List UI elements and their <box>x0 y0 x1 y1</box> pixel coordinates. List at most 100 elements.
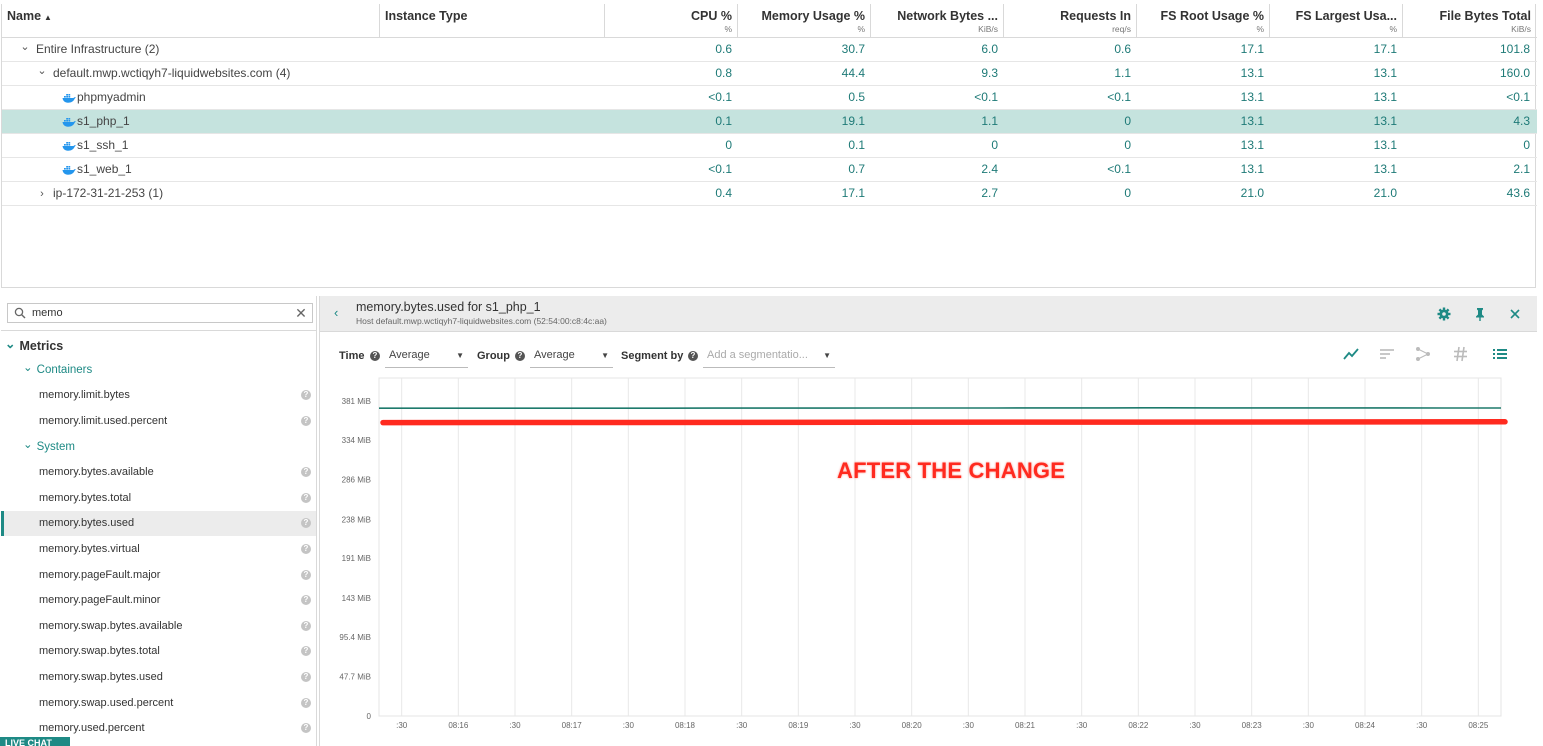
metric-item[interactable]: memory.pageFault.major? <box>1 563 316 588</box>
column-header-label: Network Bytes ... <box>897 9 998 23</box>
table-view-icon[interactable] <box>1491 346 1509 362</box>
topology-icon[interactable] <box>1414 346 1432 362</box>
bar-list-icon[interactable] <box>1378 346 1396 362</box>
chevron-down-icon[interactable]: ⌄ <box>18 38 32 59</box>
table-row[interactable]: phpmyadmin <0.1 0.5 <0.1 <0.1 13.1 13.1 <0.1 <box>2 86 1537 110</box>
metric-item[interactable]: memory.bytes.total? <box>1 486 316 511</box>
column-unit: % <box>857 24 865 34</box>
column-header[interactable]: Instance Type <box>380 4 605 38</box>
help-icon[interactable]: ? <box>301 620 311 631</box>
x-tick-label: :30 <box>963 721 975 730</box>
metric-item[interactable]: memory.swap.bytes.available? <box>1 614 316 639</box>
x-tick-label: 08:19 <box>788 721 809 730</box>
metric-item[interactable]: memory.pageFault.minor? <box>1 588 316 613</box>
metric-item[interactable]: memory.limit.bytes? <box>1 383 316 408</box>
help-icon[interactable]: ? <box>515 351 525 361</box>
pin-icon[interactable] <box>1472 306 1488 322</box>
metric-item[interactable]: memory.bytes.available? <box>1 460 316 485</box>
metric-group[interactable]: ⌄ System <box>23 439 75 453</box>
chevron-down-icon[interactable]: ⌄ <box>35 62 49 83</box>
table-row[interactable]: ⌄ default.mwp.wctiqyh7-liquidwebsites.com… <box>2 62 1537 86</box>
column-header[interactable]: Memory Usage %% <box>738 4 871 38</box>
help-icon[interactable]: ? <box>301 467 311 478</box>
help-icon[interactable]: ? <box>301 544 311 554</box>
table-row[interactable]: › ip-172-31-21-253 (1) 0.4 17.1 2.7 0 21.0 21.0… <box>2 182 1537 206</box>
help-icon[interactable]: ? <box>301 595 311 606</box>
help-icon[interactable]: ? <box>688 351 698 361</box>
close-icon[interactable] <box>1507 306 1523 322</box>
column-header[interactable]: FS Largest Usa...% <box>1270 4 1403 38</box>
help-icon[interactable]: ? <box>301 569 311 580</box>
column-unit: % <box>1389 24 1397 34</box>
number-icon[interactable] <box>1452 346 1470 362</box>
metric-item[interactable]: memory.bytes.used? <box>1 511 316 537</box>
metric-group[interactable]: ⌄ Containers <box>23 362 92 376</box>
table-row[interactable]: s1_ssh_1 0 0.1 0 0 13.1 13.1 0 <box>2 134 1537 158</box>
metric-item[interactable]: memory.swap.bytes.used? <box>1 665 316 690</box>
column-unit: req/s <box>1112 24 1131 34</box>
metric-value-cell: 13.1 <box>1373 90 1397 104</box>
metric-value-cell: 13.1 <box>1240 66 1264 80</box>
line-chart-icon[interactable] <box>1342 346 1360 362</box>
chevron-down-icon: ▼ <box>456 351 464 360</box>
column-header-label: Memory Usage % <box>761 9 865 23</box>
metric-item-label: memory.limit.used.percent <box>39 414 168 427</box>
metric-item[interactable]: memory.swap.bytes.total? <box>1 639 316 664</box>
metric-value-cell: 13.1 <box>1373 114 1397 128</box>
gear-icon[interactable] <box>1436 306 1452 322</box>
row-name: s1_php_1 <box>77 114 130 128</box>
x-tick-label: 08:18 <box>675 721 696 730</box>
metric-value-cell: 1.1 <box>981 114 998 128</box>
live-chat-button[interactable]: LIVE CHAT <box>0 737 70 746</box>
metric-search-input[interactable] <box>32 305 282 321</box>
metric-value-cell: 2.4 <box>981 162 998 176</box>
table-row[interactable]: s1_web_1 <0.1 0.7 2.4 <0.1 13.1 13.1 2.1 <box>2 158 1537 182</box>
metric-value-cell: 0 <box>1124 114 1131 128</box>
group-aggregation-select[interactable]: Average ▼ <box>530 343 613 368</box>
metric-item[interactable]: memory.limit.used.percent? <box>1 409 316 434</box>
metric-value-cell: 0.6 <box>715 42 732 56</box>
column-header[interactable]: Requests In req/s <box>1004 4 1137 38</box>
column-header-label: Name <box>7 9 42 23</box>
metric-item[interactable]: memory.bytes.virtual? <box>1 537 316 562</box>
metric-item-label: memory.swap.used.percent <box>39 696 174 709</box>
time-aggregation-select[interactable]: Average ▼ <box>385 343 468 368</box>
table-row[interactable]: s1_php_1 0.1 19.1 1.1 0 13.1 13.1 4.3 <box>2 110 1537 134</box>
help-icon[interactable]: ? <box>301 723 311 734</box>
x-tick-label: :30 <box>1416 721 1428 730</box>
metric-item[interactable]: memory.swap.used.percent? <box>1 691 316 716</box>
metric-value-cell: 13.1 <box>1240 138 1264 152</box>
help-icon[interactable]: ? <box>301 492 311 503</box>
y-tick-label: 238 MiB <box>342 515 371 524</box>
metric-value-cell: <0.1 <box>708 90 732 104</box>
metric-value-cell: 19.1 <box>841 114 865 128</box>
metric-search-box[interactable]: ✕ <box>7 303 313 323</box>
help-icon[interactable]: ? <box>301 697 311 708</box>
help-icon[interactable]: ? <box>301 415 311 426</box>
chevron-right-icon[interactable]: › <box>35 183 49 205</box>
help-icon[interactable]: ? <box>301 672 311 682</box>
clear-search-icon[interactable]: ✕ <box>294 305 308 321</box>
help-icon[interactable]: ? <box>301 518 311 529</box>
column-header[interactable]: Network Bytes ... KiB/s <box>871 4 1004 38</box>
help-icon[interactable]: ? <box>301 390 311 400</box>
back-chevron-icon[interactable]: ‹ <box>334 305 338 320</box>
help-icon[interactable]: ? <box>370 351 380 361</box>
column-header[interactable]: CPU %% <box>605 4 738 38</box>
time-label: Time <box>339 350 365 362</box>
x-tick-label: :30 <box>736 721 748 730</box>
metric-value-cell: 0 <box>991 138 998 152</box>
chevron-down-icon: ▼ <box>601 351 609 360</box>
table-row[interactable]: ⌄ Entire Infrastructure (2) 0.6 30.7 6.0 0.6 1… <box>2 38 1537 62</box>
metric-value-cell: 2.1 <box>1513 162 1530 176</box>
segment-select[interactable]: Add a segmentatio... ▼ <box>703 343 835 368</box>
column-unit: % <box>724 24 732 34</box>
metrics-tree-root[interactable]: ⌄ Metrics <box>5 337 63 353</box>
metric-value-cell: 0 <box>725 138 732 152</box>
column-header[interactable]: File Bytes Total KiB/s <box>1403 4 1536 38</box>
y-tick-label: 143 MiB <box>342 594 371 603</box>
help-icon[interactable]: ? <box>301 646 311 657</box>
column-header[interactable]: FS Root Usage %% <box>1137 4 1270 38</box>
row-name: s1_web_1 <box>77 162 132 176</box>
column-header[interactable]: Name ▲ <box>2 4 380 38</box>
